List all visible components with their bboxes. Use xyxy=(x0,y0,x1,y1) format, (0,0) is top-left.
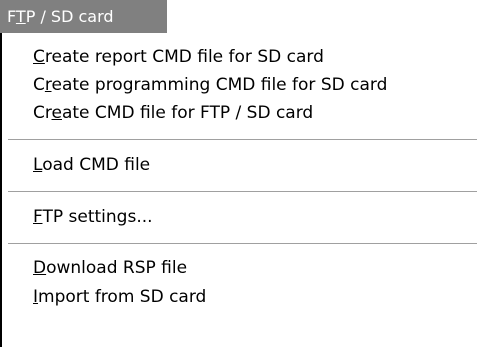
dropdown-menu: Create report CMD file for SD card Creat… xyxy=(0,33,481,347)
menu-item-import-sd[interactable]: Import from SD card xyxy=(33,284,206,310)
menu-item-text-post: mport from SD card xyxy=(38,287,207,307)
menu-item-mnemonic: L xyxy=(33,155,43,175)
menu-item-create-report-cmd[interactable]: Create report CMD file for SD card xyxy=(33,44,324,70)
menu-item-create-cmd-ftp-sd[interactable]: Create CMD file for FTP / SD card xyxy=(33,100,313,126)
menu-title-suffix: P / SD card xyxy=(25,7,114,26)
screen: FTP / SD card Create report CMD file for… xyxy=(0,0,481,347)
menu-item-text-post: ownload RSP file xyxy=(46,258,188,278)
menu-separator xyxy=(8,191,477,193)
menu-title-mnemonic: T xyxy=(15,7,26,26)
menu-separator xyxy=(8,243,477,245)
menu-item-ftp-settings[interactable]: FTP settings... xyxy=(33,204,153,230)
menu-item-text-post: ate CMD file for FTP / SD card xyxy=(61,103,314,123)
menu-item-mnemonic: C xyxy=(33,47,45,67)
menu-item-create-programming-cmd[interactable]: Create programming CMD file for SD card xyxy=(33,72,387,98)
menu-item-mnemonic: D xyxy=(33,258,47,278)
menu-item-download-rsp[interactable]: Download RSP file xyxy=(33,255,187,281)
menu-title-prefix: F xyxy=(7,7,16,26)
menu-item-text-pre: C xyxy=(33,75,45,95)
menu-item-mnemonic: e xyxy=(51,103,62,123)
menu-item-load-cmd[interactable]: Load CMD file xyxy=(33,152,150,178)
menu-item-text-post: reate report CMD file for SD card xyxy=(44,47,324,67)
menu-ftp-sd-card[interactable]: FTP / SD card xyxy=(0,0,167,33)
menu-item-text-pre: Cr xyxy=(33,103,52,123)
menu-item-mnemonic: r xyxy=(44,75,52,95)
menu-item-text-post: eate programming CMD file for SD card xyxy=(51,75,388,95)
menu-separator xyxy=(8,139,477,141)
menu-item-text-post: TP settings... xyxy=(42,207,153,227)
menu-item-text-post: oad CMD file xyxy=(42,155,151,175)
